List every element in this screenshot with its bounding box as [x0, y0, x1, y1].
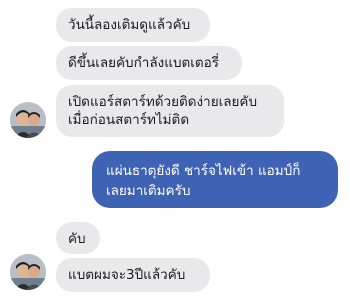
user-avatar-icon: [10, 254, 46, 290]
incoming-message[interactable]: วันนี้ลองเติมดูแล้วคับ: [56, 8, 210, 42]
incoming-message[interactable]: แบตผมจะ3ปีแล้วคับ: [56, 258, 210, 292]
message-text-line: แผ่นธาตุยังดี ชาร์จไฟเข้า แอมป์ก็: [106, 163, 301, 179]
avatar[interactable]: [10, 102, 46, 138]
message-text-line: เมื่อก่อนสตาร์ทไม่ติด: [68, 112, 190, 128]
message-text-line: เปิดแอร์สตาร์ทด้วยติดง่ายเลยคับ: [68, 94, 258, 110]
user-avatar-icon: [10, 102, 46, 138]
incoming-message[interactable]: เปิดแอร์สตาร์ทด้วยติดง่ายเลยคับ เมื่อก่อ…: [56, 85, 284, 137]
message-text-line: เลยมาเติมครับ: [106, 183, 191, 199]
message-text: ดีขึ้นเลยคับกำลังแบตเตอรี่: [68, 55, 220, 71]
incoming-message[interactable]: คับ: [56, 222, 100, 254]
message-text: วันนี้ลองเติมดูแล้วคับ: [68, 17, 191, 33]
message-text: คับ: [68, 231, 86, 247]
avatar[interactable]: [10, 254, 46, 290]
incoming-message[interactable]: ดีขึ้นเลยคับกำลังแบตเตอรี่: [56, 46, 242, 80]
chat-thread: วันนี้ลองเติมดูแล้วคับ ดีขึ้นเลยคับกำลัง…: [0, 0, 350, 297]
outgoing-message[interactable]: แผ่นธาตุยังดี ชาร์จไฟเข้า แอมป์ก็ เลยมาเ…: [92, 151, 338, 208]
message-text: แบตผมจะ3ปีแล้วคับ: [68, 267, 186, 283]
